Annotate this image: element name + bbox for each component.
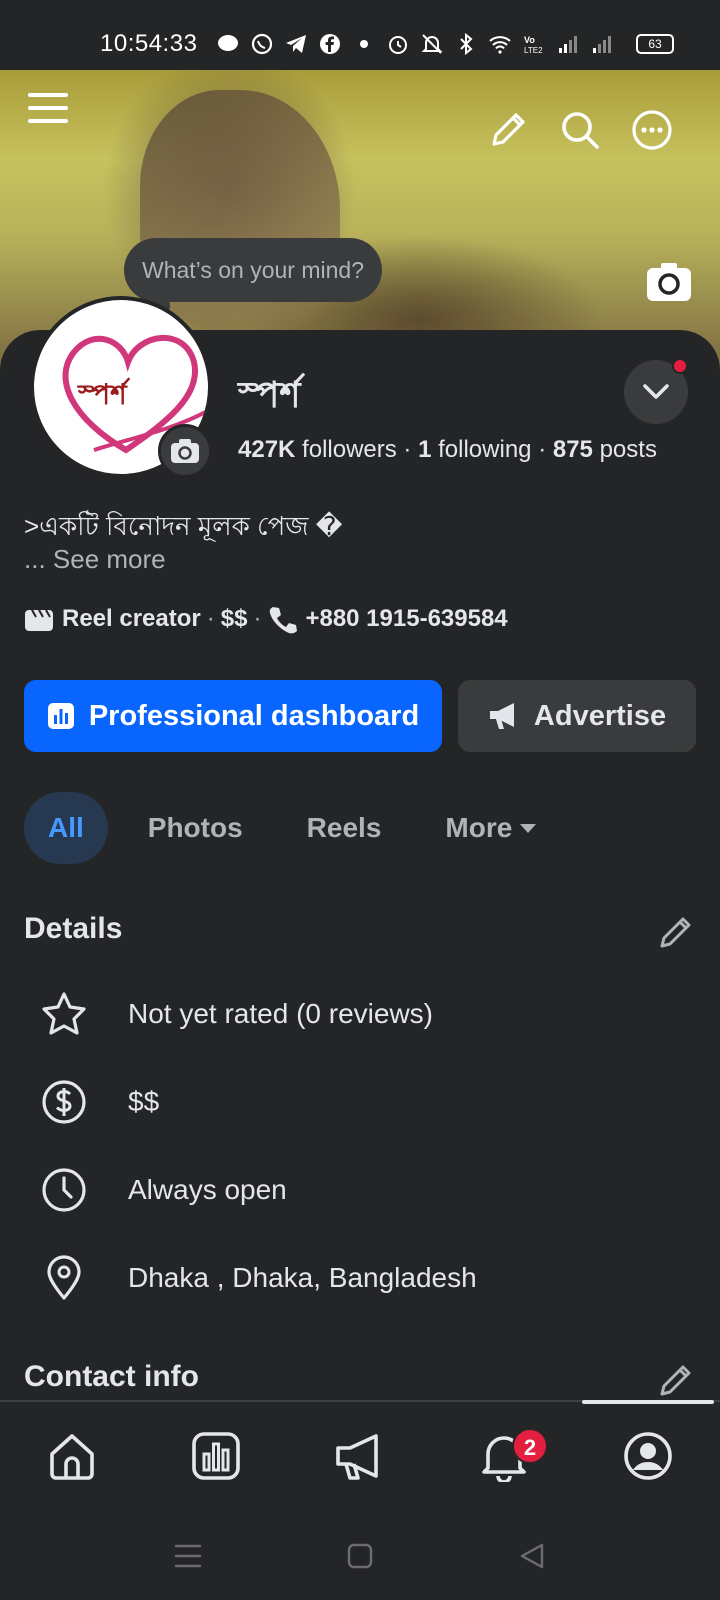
stats-separator: · bbox=[538, 436, 553, 463]
page-name: স্পর্শ bbox=[238, 374, 301, 415]
phone-icon bbox=[270, 607, 298, 634]
more-options-icon[interactable] bbox=[630, 108, 674, 152]
svg-text:LTE2: LTE2 bbox=[524, 46, 543, 55]
dot-icon bbox=[360, 40, 368, 48]
tab-more-label: More bbox=[445, 812, 513, 843]
recent-apps-icon[interactable] bbox=[172, 1540, 204, 1572]
camera-icon bbox=[171, 439, 199, 463]
caret-down-icon bbox=[520, 824, 537, 833]
mute-bell-icon bbox=[421, 34, 443, 54]
meta-separator: · bbox=[206, 605, 215, 632]
posts-count: 875 bbox=[552, 436, 593, 463]
search-icon[interactable] bbox=[558, 108, 602, 152]
details-title: Details bbox=[24, 912, 123, 945]
profile-stats: 427K followers · 1 following · 875 posts bbox=[238, 436, 657, 464]
active-tab-indicator bbox=[582, 1400, 714, 1404]
see-more-link[interactable]: ... See more bbox=[24, 544, 166, 575]
hours-text: Always open bbox=[128, 1174, 287, 1205]
tab-all-label: All bbox=[48, 812, 84, 843]
avatar-camera-button[interactable] bbox=[158, 424, 212, 478]
svg-text:Vo: Vo bbox=[524, 35, 535, 45]
whats-on-your-mind-bubble[interactable]: What’s on your mind? bbox=[124, 238, 382, 302]
telegram-icon bbox=[286, 35, 306, 53]
edit-details-icon[interactable] bbox=[656, 912, 696, 952]
advertise-button[interactable]: Advertise bbox=[458, 680, 696, 752]
star-icon bbox=[42, 992, 86, 1035]
price-label: $$ bbox=[220, 605, 248, 632]
edit-pencil-icon[interactable] bbox=[486, 108, 530, 152]
rating-text: Not yet rated (0 reviews) bbox=[128, 998, 433, 1029]
contact-info-title: Contact info bbox=[24, 1360, 199, 1393]
status-time: 10:54:33 bbox=[100, 30, 198, 57]
home-button-icon[interactable] bbox=[344, 1540, 376, 1572]
avatar-text: স্পর্শ bbox=[77, 377, 131, 411]
profile-tabs: All Photos Reels More bbox=[24, 792, 578, 864]
detail-hours-row: Always open bbox=[40, 1166, 287, 1214]
notification-badge: 2 bbox=[512, 1428, 548, 1464]
volte-icon: VoLTE2 bbox=[524, 35, 543, 55]
stats-separator: · bbox=[403, 436, 419, 463]
dashboard-chart-icon bbox=[47, 703, 74, 729]
profile-icon[interactable] bbox=[622, 1430, 674, 1482]
followers-count[interactable]: 427K bbox=[238, 436, 295, 463]
following-label[interactable]: following bbox=[438, 436, 531, 463]
phone-number[interactable]: +880 1915-639584 bbox=[305, 605, 507, 633]
detail-price-row: $$ bbox=[40, 1078, 159, 1126]
detail-location-row: Dhaka , Dhaka, Bangladesh bbox=[40, 1254, 477, 1302]
notification-dot bbox=[672, 358, 688, 374]
status-bar: 10:54:33 Vo LTE2 63 bbox=[0, 0, 720, 70]
bottom-navigation bbox=[0, 1402, 720, 1512]
page-meta-row: Reel creator · $$ · +880 1915-639584 bbox=[24, 604, 508, 634]
battery-icon: 63 bbox=[636, 34, 674, 54]
clapperboard-icon bbox=[25, 609, 53, 631]
signal-icon bbox=[559, 36, 577, 53]
menu-icon[interactable] bbox=[26, 86, 70, 130]
alarm-icon bbox=[389, 36, 407, 54]
tab-all[interactable]: All bbox=[24, 792, 108, 864]
tab-photos-label: Photos bbox=[147, 812, 243, 843]
back-button-icon[interactable] bbox=[516, 1540, 548, 1572]
tab-reels[interactable]: Reels bbox=[283, 792, 406, 864]
advertise-label: Advertise bbox=[533, 699, 667, 732]
professional-dashboard-button[interactable]: Professional dashboard bbox=[24, 680, 442, 752]
megaphone-icon bbox=[489, 703, 514, 729]
edit-contact-icon[interactable] bbox=[656, 1360, 696, 1400]
cover-camera-icon[interactable] bbox=[646, 262, 692, 302]
status-icons: Vo LTE2 bbox=[216, 32, 614, 56]
posts-label: posts bbox=[599, 436, 657, 463]
megaphone-nav-icon[interactable] bbox=[334, 1430, 386, 1482]
meta-separator: · bbox=[253, 605, 262, 632]
tab-more[interactable]: More bbox=[421, 792, 562, 864]
chat-bubble-icon bbox=[218, 35, 238, 51]
clock-icon bbox=[42, 1168, 86, 1212]
home-icon[interactable] bbox=[46, 1430, 98, 1482]
following-count[interactable]: 1 bbox=[418, 436, 431, 463]
price-text: $$ bbox=[128, 1086, 160, 1117]
bluetooth-icon bbox=[460, 32, 473, 56]
tab-photos[interactable]: Photos bbox=[124, 792, 267, 864]
detail-rating-row: Not yet rated (0 reviews) bbox=[40, 990, 433, 1038]
system-navigation-bar bbox=[0, 1512, 720, 1600]
professional-dashboard-label: Professional dashboard bbox=[88, 699, 420, 732]
chevron-down-icon bbox=[643, 384, 669, 399]
tab-reels-label: Reels bbox=[306, 812, 382, 843]
profile-panel bbox=[0, 330, 720, 1400]
followers-label[interactable]: followers bbox=[302, 436, 397, 463]
location-pin-icon bbox=[47, 1255, 81, 1300]
signal-2-icon bbox=[593, 36, 611, 53]
wifi-icon bbox=[489, 36, 511, 54]
whatsapp-icon bbox=[251, 33, 273, 55]
location-text: Dhaka , Dhaka, Bangladesh bbox=[128, 1262, 477, 1293]
category-label: Reel creator bbox=[62, 605, 201, 632]
facebook-icon bbox=[320, 34, 340, 54]
dollar-circle-icon bbox=[42, 1080, 86, 1124]
insights-icon[interactable] bbox=[190, 1430, 242, 1482]
